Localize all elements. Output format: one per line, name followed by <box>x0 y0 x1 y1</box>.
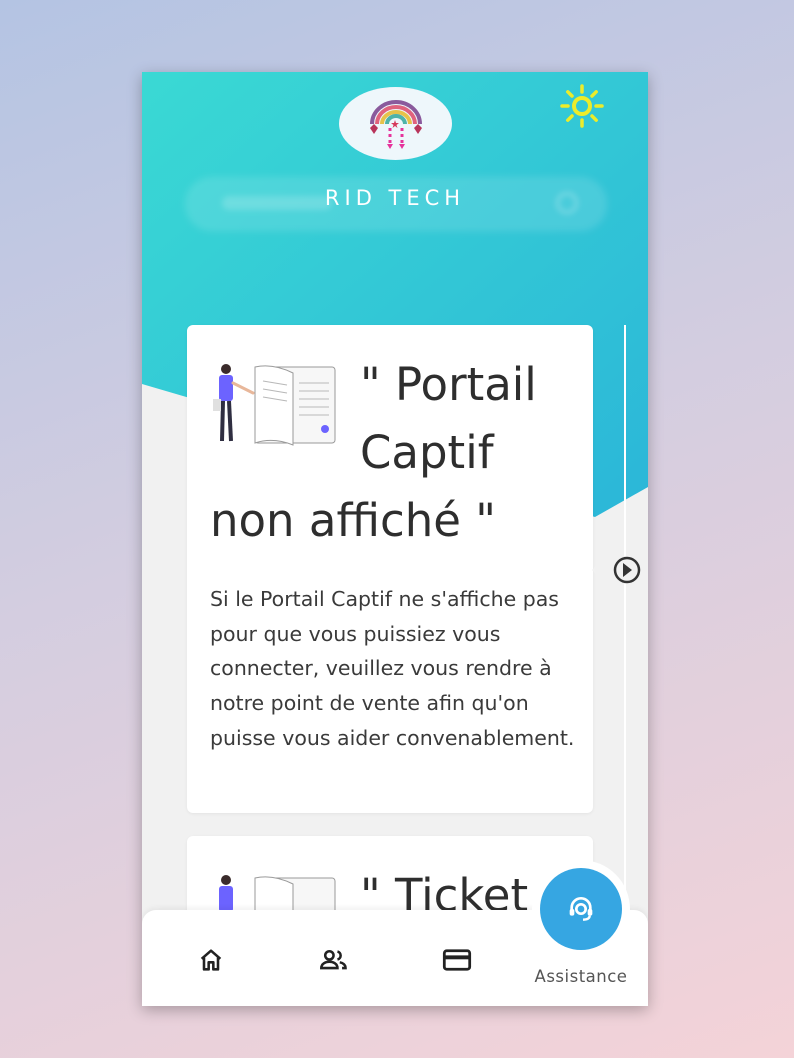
assistance-label[interactable]: Assistance <box>522 967 640 986</box>
brand-name: RID TECH <box>324 186 466 210</box>
card-title: " Portail Captif non affiché " <box>210 358 537 547</box>
theme-toggle-button[interactable] <box>560 84 604 128</box>
home-icon <box>200 949 222 971</box>
people-icon <box>320 949 347 970</box>
sun-icon <box>560 84 604 128</box>
assistance-button[interactable] <box>540 868 622 950</box>
nav-payment-button[interactable] <box>437 940 477 980</box>
card-body: Si le Portail Captif ne s'affiche pas po… <box>210 587 575 750</box>
credit-card-icon <box>442 949 472 971</box>
nav-people-button[interactable] <box>314 940 354 980</box>
phone-screen: RID TECH " Portail Captif non affiché " … <box>142 72 648 1006</box>
rainbow-logo-icon <box>369 99 422 149</box>
support-agent-icon <box>569 897 593 921</box>
scrollbar-track[interactable] <box>624 325 626 925</box>
scroll-handle[interactable] <box>592 550 642 590</box>
app-logo[interactable] <box>339 87 452 160</box>
nav-home-button[interactable] <box>191 940 231 980</box>
faq-card: " Portail Captif non affiché " Si le Por… <box>187 325 593 813</box>
